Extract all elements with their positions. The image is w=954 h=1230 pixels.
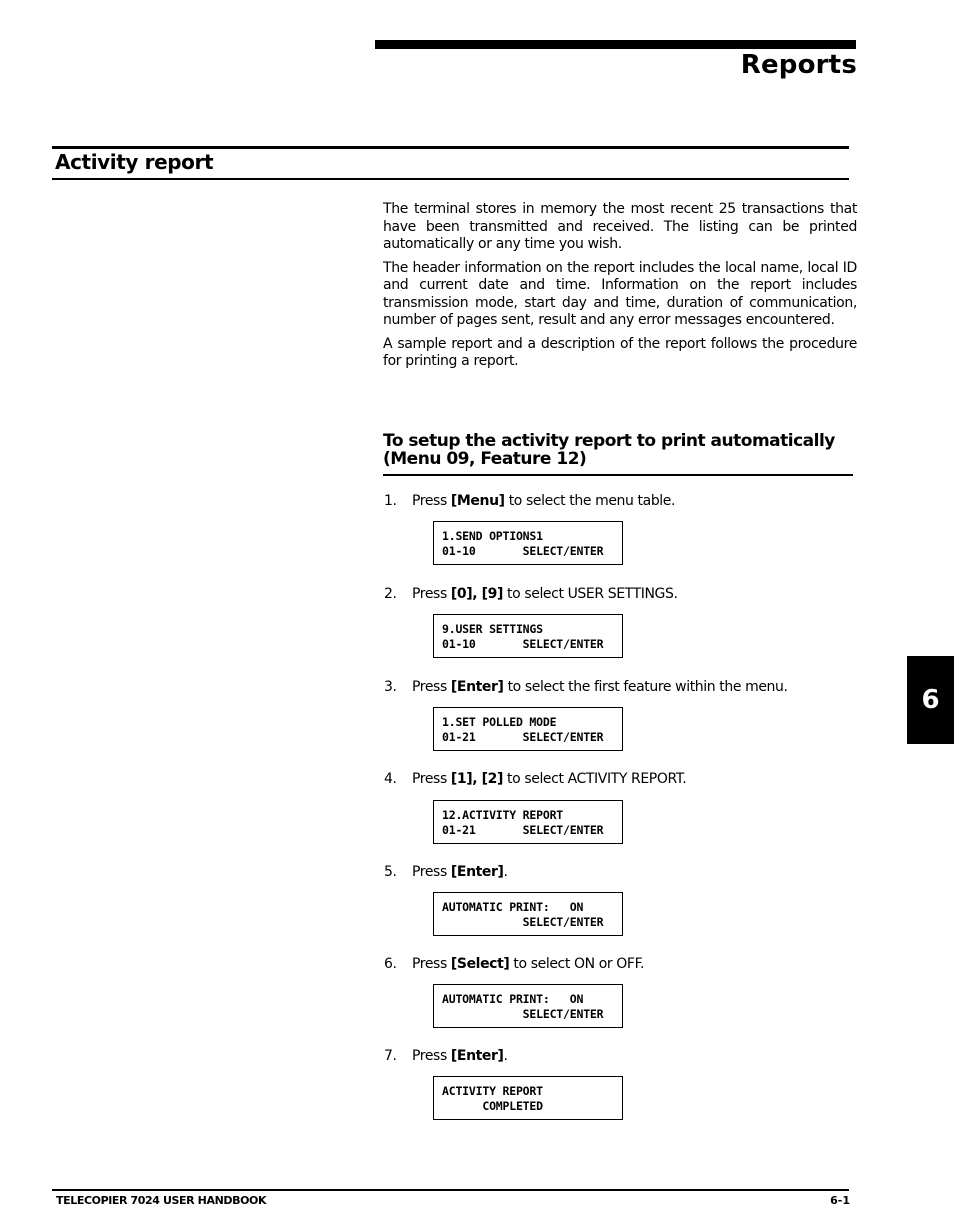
section-rule-top [52, 146, 849, 149]
lcd-display: 9.USER SETTINGS 01-10 SELECT/ENTER [433, 614, 623, 658]
lcd-line-2: COMPLETED [442, 1099, 543, 1113]
chapter-title: Reports [740, 50, 857, 80]
lcd-line-1: 12.ACTIVITY REPORT [442, 808, 564, 822]
step-number: 6. [384, 956, 397, 972]
step-text: to select ACTIVITY REPORT. [502, 771, 687, 787]
step-7: 7. Press [Enter]. [384, 1048, 508, 1064]
intro-text: The terminal stores in memory the most r… [383, 201, 857, 377]
lcd-line-1: AUTOMATIC PRINT: ON [442, 900, 584, 914]
step-text: Press [412, 956, 451, 972]
intro-paragraph: A sample report and a description of the… [383, 335, 857, 370]
step-number: 4. [384, 771, 397, 787]
step-text: to select ON or OFF. [509, 956, 645, 972]
key-label: [Enter] [450, 1048, 504, 1064]
step-2: 2. Press [0], [9] to select USER SETTINGS… [384, 586, 678, 602]
key-label: [Select] [450, 956, 510, 972]
lcd-line-1: ACTIVITY REPORT [442, 1084, 543, 1098]
step-text: . [503, 1048, 508, 1064]
lcd-display: 12.ACTIVITY REPORT 01-21 SELECT/ENTER [433, 800, 623, 844]
step-number: 2. [384, 586, 397, 602]
footer-book-title: TELECOPIER 7024 USER HANDBOOK [56, 1194, 267, 1207]
lcd-display: 1.SET POLLED MODE 01-21 SELECT/ENTER [433, 707, 623, 751]
step-6: 6. Press [Select] to select ON or OFF. [384, 956, 644, 972]
step-4: 4. Press [1], [2] to select ACTIVITY REPO… [384, 771, 687, 787]
step-text: Press [412, 586, 451, 602]
lcd-line-1: 1.SET POLLED MODE [442, 715, 557, 729]
step-number: 1. [384, 493, 397, 509]
key-label: [Enter] [450, 864, 504, 880]
step-text: to select the first feature within the m… [503, 679, 788, 695]
section-title: Activity report [55, 150, 214, 174]
intro-paragraph: The header information on the report inc… [383, 259, 857, 329]
chapter-tab: 6 [907, 656, 954, 744]
lcd-line-2: 01-21 SELECT/ENTER [442, 730, 604, 744]
section-rule-bottom [52, 178, 849, 180]
step-text: to select the menu table. [504, 493, 676, 509]
key-label: [1], [2] [450, 771, 503, 787]
lcd-line-2: 01-10 SELECT/ENTER [442, 544, 604, 558]
lcd-line-1: 1.SEND OPTIONS1 [442, 529, 543, 543]
lcd-line-2: SELECT/ENTER [442, 915, 604, 929]
lcd-line-2: SELECT/ENTER [442, 1007, 604, 1021]
step-5: 5. Press [Enter]. [384, 864, 508, 880]
procedure-title-line2: (Menu 09, Feature 12) [383, 449, 587, 469]
lcd-line-1: AUTOMATIC PRINT: ON [442, 992, 584, 1006]
step-text: Press [412, 493, 451, 509]
step-1: 1. Press [Menu] to select the menu table. [384, 493, 675, 509]
key-label: [Enter] [450, 679, 504, 695]
step-number: 3. [384, 679, 397, 695]
step-number: 7. [384, 1048, 397, 1064]
key-label: [Menu] [450, 493, 505, 509]
step-3: 3. Press [Enter] to select the first feat… [384, 679, 788, 695]
procedure-rule [383, 474, 853, 476]
key-label: [0], [9] [450, 586, 503, 602]
lcd-line-2: 01-10 SELECT/ENTER [442, 637, 604, 651]
step-text: Press [412, 864, 451, 880]
lcd-display: AUTOMATIC PRINT: ON SELECT/ENTER [433, 984, 623, 1028]
lcd-display: 1.SEND OPTIONS1 01-10 SELECT/ENTER [433, 521, 623, 565]
step-text: Press [412, 679, 451, 695]
lcd-line-1: 9.USER SETTINGS [442, 622, 543, 636]
footer-rule [52, 1189, 849, 1191]
step-text: Press [412, 771, 451, 787]
procedure-title: To setup the activity report to print au… [383, 432, 853, 468]
intro-paragraph: The terminal stores in memory the most r… [383, 201, 857, 252]
step-number: 5. [384, 864, 397, 880]
lcd-line-2: 01-21 SELECT/ENTER [442, 823, 604, 837]
page-number: 6-1 [830, 1194, 850, 1207]
header-rule [375, 40, 856, 49]
step-text: . [503, 864, 508, 880]
lcd-display: AUTOMATIC PRINT: ON SELECT/ENTER [433, 892, 623, 936]
step-text: Press [412, 1048, 451, 1064]
procedure-title-line1: To setup the activity report to print au… [383, 431, 835, 451]
step-text: to select USER SETTINGS. [502, 586, 678, 602]
lcd-display: ACTIVITY REPORT COMPLETED [433, 1076, 623, 1120]
